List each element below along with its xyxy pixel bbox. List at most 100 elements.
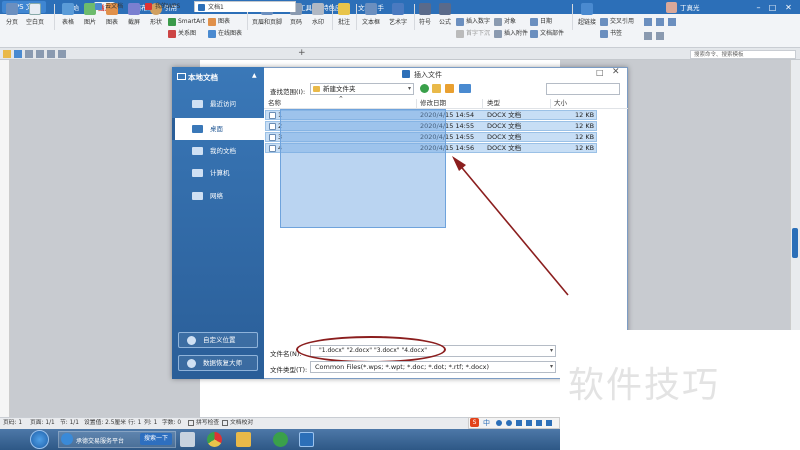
object-button[interactable]: 对象 xyxy=(494,17,516,27)
up-folder-icon[interactable] xyxy=(432,84,441,93)
chinese-mode-toggle[interactable]: 中 xyxy=(483,418,490,428)
wps-writer-icon[interactable] xyxy=(299,432,314,447)
data-recovery-button[interactable]: 数据恢复大师 xyxy=(178,355,258,371)
close-icon[interactable]: ✕ xyxy=(784,3,793,12)
column-divider xyxy=(416,99,417,108)
tool-icon[interactable] xyxy=(644,32,652,40)
online-chart-icon xyxy=(208,29,216,38)
online-chart-button[interactable]: 在线图表 xyxy=(208,29,242,39)
watermark-button[interactable]: 水印 xyxy=(308,2,328,32)
place-computer[interactable]: 计算机 xyxy=(172,162,264,184)
tab-my-wps[interactable]: 我的WPS xyxy=(142,1,184,12)
cross-reference-button[interactable]: 交叉引用 xyxy=(600,17,634,27)
punctuation-icon[interactable] xyxy=(496,420,502,426)
lookin-select[interactable]: 新建文件夹 ▾ xyxy=(310,83,414,95)
avatar[interactable] xyxy=(666,2,677,13)
user-name[interactable]: 丁真光 xyxy=(680,2,700,14)
scrollbar-thumb[interactable] xyxy=(792,228,798,258)
symbol-button[interactable]: 符号 xyxy=(416,2,434,32)
tab-cloud-docs[interactable]: 云文档 xyxy=(92,1,127,12)
drop-cap-button[interactable]: 首字下沉 xyxy=(456,29,490,39)
back-icon[interactable] xyxy=(420,84,429,93)
place-desktop[interactable]: 桌面 xyxy=(172,118,264,140)
page-break-button[interactable]: 分页 xyxy=(3,2,21,32)
place-my-documents[interactable]: 我的文档 xyxy=(172,140,264,162)
column-date[interactable]: 修改日期 xyxy=(420,99,446,108)
maximize-icon[interactable]: □ xyxy=(768,3,777,12)
monitor-icon xyxy=(177,73,186,80)
toolbox-icon[interactable] xyxy=(546,420,552,426)
column-type[interactable]: 类型 xyxy=(487,99,500,108)
tool-icon[interactable] xyxy=(644,18,652,26)
chevron-down-icon: ▾ xyxy=(549,347,553,354)
add-tab-button[interactable]: + xyxy=(298,48,306,58)
view-menu-icon[interactable] xyxy=(459,84,471,93)
chrome-icon[interactable] xyxy=(207,432,222,447)
chevron-down-icon: ▾ xyxy=(549,363,553,370)
open-folder-icon[interactable] xyxy=(3,50,11,58)
save-icon[interactable] xyxy=(14,50,22,58)
smartart-icon xyxy=(168,17,176,26)
search-command-input[interactable]: 搜索命令、搜索模板 xyxy=(690,50,796,59)
doc-parts-button[interactable]: 文档部件 xyxy=(530,29,564,39)
bookmark-button[interactable]: 书签 xyxy=(600,29,622,39)
wordart-button[interactable]: 艺术字 xyxy=(385,2,411,32)
formula-button[interactable]: 公式 xyxy=(436,2,454,32)
keyboard-icon[interactable] xyxy=(526,420,532,426)
dialog-close-button[interactable]: ✕ xyxy=(612,67,620,77)
wps-icon xyxy=(402,70,410,78)
new-folder-icon[interactable] xyxy=(445,84,454,93)
watermark-icon xyxy=(312,3,324,15)
minimize-icon[interactable]: – xyxy=(754,3,763,12)
insert-number-button[interactable]: 插入数字 xyxy=(456,17,490,27)
formula-icon xyxy=(439,3,451,15)
tab-document1[interactable]: 文档1 xyxy=(194,1,296,12)
microphone-icon[interactable] xyxy=(516,420,522,426)
collapse-icon[interactable]: ▲ xyxy=(252,72,257,79)
print-icon[interactable] xyxy=(25,50,33,58)
tool-icon[interactable] xyxy=(656,18,664,26)
attachment-icon xyxy=(494,29,502,38)
smartart-button[interactable]: SmartArt xyxy=(168,17,205,27)
comment-button[interactable]: 批注 xyxy=(335,2,353,32)
doc-parts-icon xyxy=(530,29,538,38)
checkbox-icon[interactable] xyxy=(222,420,228,426)
textbox-button[interactable]: 文本框 xyxy=(359,2,383,32)
refresh-app-icon[interactable] xyxy=(273,432,288,447)
tool-icon[interactable] xyxy=(668,18,676,26)
column-name[interactable]: 名称 xyxy=(268,99,281,108)
chart-small-button[interactable]: 图表 xyxy=(208,17,230,27)
blank-page-button[interactable]: 空白页 xyxy=(24,2,46,32)
relation-chart-button[interactable]: 关系图 xyxy=(168,29,196,39)
start-button[interactable] xyxy=(30,430,49,449)
redo-icon[interactable] xyxy=(58,50,66,58)
tools-icon[interactable] xyxy=(180,432,195,447)
search-input[interactable] xyxy=(546,83,620,95)
custom-location-button[interactable]: 自定义位置 xyxy=(178,332,258,348)
insert-attachment-button[interactable]: 插入附件 xyxy=(494,29,528,39)
sogou-ime-icon[interactable]: S xyxy=(470,418,479,427)
filetype-select[interactable]: Common Files(*.wps; *.wpt; *.doc; *.dot;… xyxy=(310,361,556,373)
emoji-icon[interactable] xyxy=(506,420,512,426)
hyperlink-button[interactable]: 超链接 xyxy=(575,2,599,32)
docx-file-icon xyxy=(269,145,276,152)
date-button[interactable]: 日期 xyxy=(530,17,552,27)
status-spellcheck[interactable]: 拼写检查 xyxy=(196,419,219,427)
table-button[interactable]: 表格 xyxy=(58,2,78,32)
place-recent[interactable]: 最近访问 xyxy=(172,93,264,115)
dialog-maximize-button[interactable]: □ xyxy=(596,68,604,77)
place-network[interactable]: 网络 xyxy=(172,185,264,207)
checkbox-icon[interactable] xyxy=(188,420,194,426)
cursor-icon: ⌃ xyxy=(338,95,344,103)
file-explorer-icon[interactable] xyxy=(236,432,251,447)
selection-rectangle xyxy=(280,109,446,228)
undo-icon[interactable] xyxy=(47,50,55,58)
skin-icon[interactable] xyxy=(536,420,542,426)
column-size[interactable]: 大小 xyxy=(554,99,567,108)
status-proofread[interactable]: 文档校对 xyxy=(230,419,253,427)
taskbar-search-button[interactable]: 搜索一下 xyxy=(140,433,172,445)
preview-icon[interactable] xyxy=(36,50,44,58)
object-icon xyxy=(494,17,502,26)
status-row: 行: 1 xyxy=(128,420,142,426)
tool-icon[interactable] xyxy=(656,32,664,40)
